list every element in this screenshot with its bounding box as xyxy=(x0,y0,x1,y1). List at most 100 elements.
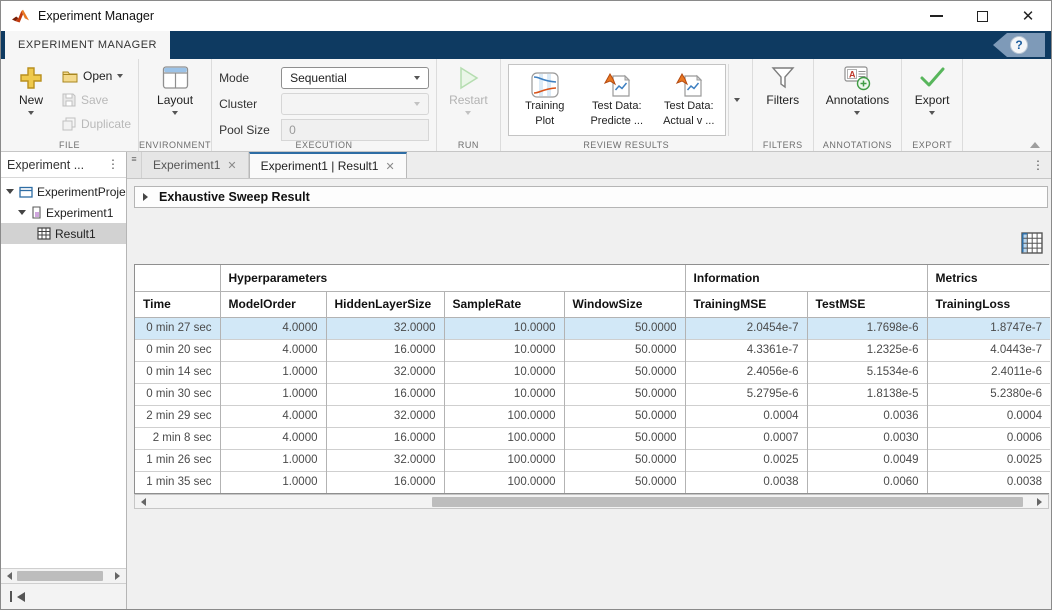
table-row[interactable]: 0 min 27 sec4.000032.000010.000050.00002… xyxy=(135,317,1050,339)
layout-button[interactable]: Layout xyxy=(152,64,198,136)
table-cell[interactable]: 32.0000 xyxy=(326,449,444,471)
table-cell[interactable]: 5.1534e-6 xyxy=(807,361,927,383)
tab-experiment1-result1[interactable]: Experiment1 | Result1 ✕ xyxy=(249,152,407,178)
table-cell[interactable]: 100.0000 xyxy=(444,449,564,471)
table-cell[interactable]: 1.8747e-7 xyxy=(927,317,1050,339)
table-cell[interactable]: 2.4011e-6 xyxy=(927,361,1050,383)
table-cell[interactable]: 0.0006 xyxy=(927,427,1050,449)
table-cell[interactable]: 0 min 20 sec xyxy=(135,339,220,361)
table-cell[interactable]: 4.0000 xyxy=(220,405,326,427)
tabstrip-grip-icon[interactable]: ≡ xyxy=(127,152,142,178)
table-cell[interactable]: 1.2325e-6 xyxy=(807,339,927,361)
test-data-actual-button[interactable]: Test Data: Actual v ... xyxy=(653,65,725,135)
table-cell[interactable]: 1.0000 xyxy=(220,471,326,493)
table-cell[interactable]: 5.2795e-6 xyxy=(685,383,807,405)
table-row[interactable]: 0 min 14 sec1.000032.000010.000050.00002… xyxy=(135,361,1050,383)
table-cell[interactable]: 50.0000 xyxy=(564,317,685,339)
table-cell[interactable]: 4.0443e-7 xyxy=(927,339,1050,361)
table-cell[interactable]: 0 min 14 sec xyxy=(135,361,220,383)
table-cell[interactable]: 16.0000 xyxy=(326,471,444,493)
table-cell[interactable]: 50.0000 xyxy=(564,405,685,427)
table-cell[interactable]: 1.0000 xyxy=(220,383,326,405)
table-cell[interactable]: 0.0030 xyxy=(807,427,927,449)
maximize-button[interactable] xyxy=(959,1,1005,31)
table-cell[interactable]: 4.3361e-7 xyxy=(685,339,807,361)
tabstrip-kebab-icon[interactable]: ⋮ xyxy=(1025,152,1051,178)
scroll-left-icon[interactable] xyxy=(135,495,148,508)
tab-experiment1[interactable]: Experiment1 ✕ xyxy=(142,152,249,178)
table-cell[interactable]: 16.0000 xyxy=(326,339,444,361)
tree-expand-icon[interactable] xyxy=(6,189,14,198)
table-cell[interactable]: 0.0007 xyxy=(685,427,807,449)
table-cell[interactable]: 1.0000 xyxy=(220,361,326,383)
minimize-button[interactable] xyxy=(913,1,959,31)
column-header[interactable]: TrainingLoss xyxy=(927,291,1050,317)
table-cell[interactable]: 5.2380e-6 xyxy=(927,383,1050,405)
restart-button[interactable]: Restart xyxy=(444,64,493,136)
scrollbar-thumb[interactable] xyxy=(17,571,103,581)
scrollbar-thumb[interactable] xyxy=(432,497,1023,507)
table-cell[interactable]: 1.8138e-5 xyxy=(807,383,927,405)
table-cell[interactable]: 10.0000 xyxy=(444,339,564,361)
exhaustive-sweep-section[interactable]: Exhaustive Sweep Result xyxy=(134,186,1048,208)
collapse-panel-button[interactable] xyxy=(1,583,126,609)
tree-item-experiment1[interactable]: Experiment1 xyxy=(1,202,126,223)
table-cell[interactable]: 2 min 29 sec xyxy=(135,405,220,427)
table-cell[interactable]: 50.0000 xyxy=(564,361,685,383)
table-cell[interactable]: 100.0000 xyxy=(444,471,564,493)
table-cell[interactable]: 50.0000 xyxy=(564,339,685,361)
column-header[interactable]: ModelOrder xyxy=(220,291,326,317)
scroll-right-icon[interactable] xyxy=(113,569,126,583)
table-cell[interactable]: 0.0025 xyxy=(927,449,1050,471)
table-cell[interactable]: 4.0000 xyxy=(220,427,326,449)
table-cell[interactable]: 32.0000 xyxy=(326,405,444,427)
tree-item-project[interactable]: ExperimentProje xyxy=(1,181,126,202)
table-cell[interactable]: 0.0004 xyxy=(927,405,1050,427)
table-cell[interactable]: 4.0000 xyxy=(220,339,326,361)
table-row[interactable]: 2 min 8 sec4.000016.0000100.000050.00000… xyxy=(135,427,1050,449)
table-cell[interactable]: 0.0060 xyxy=(807,471,927,493)
table-cell[interactable]: 0 min 30 sec xyxy=(135,383,220,405)
collapse-ribbon-icon[interactable] xyxy=(1030,137,1040,148)
filters-button[interactable]: Filters xyxy=(760,64,806,136)
pool-size-input[interactable]: 0 xyxy=(281,119,429,141)
table-cell[interactable]: 10.0000 xyxy=(444,383,564,405)
column-header[interactable]: WindowSize xyxy=(564,291,685,317)
cluster-select[interactable] xyxy=(281,93,429,115)
table-cell[interactable]: 2.4056e-6 xyxy=(685,361,807,383)
table-cell[interactable]: 2 min 8 sec xyxy=(135,427,220,449)
scroll-right-icon[interactable] xyxy=(1035,495,1048,508)
table-row[interactable]: 0 min 30 sec1.000016.000010.000050.00005… xyxy=(135,383,1050,405)
table-cell[interactable]: 0.0038 xyxy=(927,471,1050,493)
column-header[interactable]: SampleRate xyxy=(444,291,564,317)
open-button[interactable]: Open xyxy=(62,66,131,86)
panel-kebab-icon[interactable]: ⋮ xyxy=(106,161,120,168)
table-cell[interactable]: 2.0454e-7 xyxy=(685,317,807,339)
help-button[interactable]: ? xyxy=(993,33,1045,57)
gallery-expand-button[interactable] xyxy=(728,64,745,136)
training-plot-button[interactable]: Training Plot xyxy=(509,65,581,135)
table-row[interactable]: 1 min 35 sec1.000016.0000100.000050.0000… xyxy=(135,471,1050,493)
tab-experiment-manager[interactable]: EXPERIMENT MANAGER xyxy=(5,31,170,59)
table-cell[interactable]: 0.0036 xyxy=(807,405,927,427)
table-cell[interactable]: 50.0000 xyxy=(564,427,685,449)
table-row[interactable]: 0 min 20 sec4.000016.000010.000050.00004… xyxy=(135,339,1050,361)
mode-select[interactable]: Sequential xyxy=(281,67,429,89)
table-cell[interactable]: 0.0038 xyxy=(685,471,807,493)
table-cell[interactable]: 1.0000 xyxy=(220,449,326,471)
table-cell[interactable]: 32.0000 xyxy=(326,361,444,383)
new-button[interactable]: New xyxy=(8,64,54,136)
duplicate-button[interactable]: Duplicate xyxy=(62,114,131,134)
table-cell[interactable]: 50.0000 xyxy=(564,471,685,493)
table-cell[interactable]: 50.0000 xyxy=(564,383,685,405)
table-cell[interactable]: 0.0004 xyxy=(685,405,807,427)
table-cell[interactable]: 16.0000 xyxy=(326,427,444,449)
annotations-button[interactable]: A Annotations xyxy=(821,64,894,136)
table-cell[interactable]: 1 min 26 sec xyxy=(135,449,220,471)
table-cell[interactable]: 1 min 35 sec xyxy=(135,471,220,493)
table-cell[interactable]: 0 min 27 sec xyxy=(135,317,220,339)
test-data-predicted-button[interactable]: Test Data: Predicte ... xyxy=(581,65,653,135)
table-cell[interactable]: 1.7698e-6 xyxy=(807,317,927,339)
column-header[interactable]: HiddenLayerSize xyxy=(326,291,444,317)
table-cell[interactable]: 16.0000 xyxy=(326,383,444,405)
